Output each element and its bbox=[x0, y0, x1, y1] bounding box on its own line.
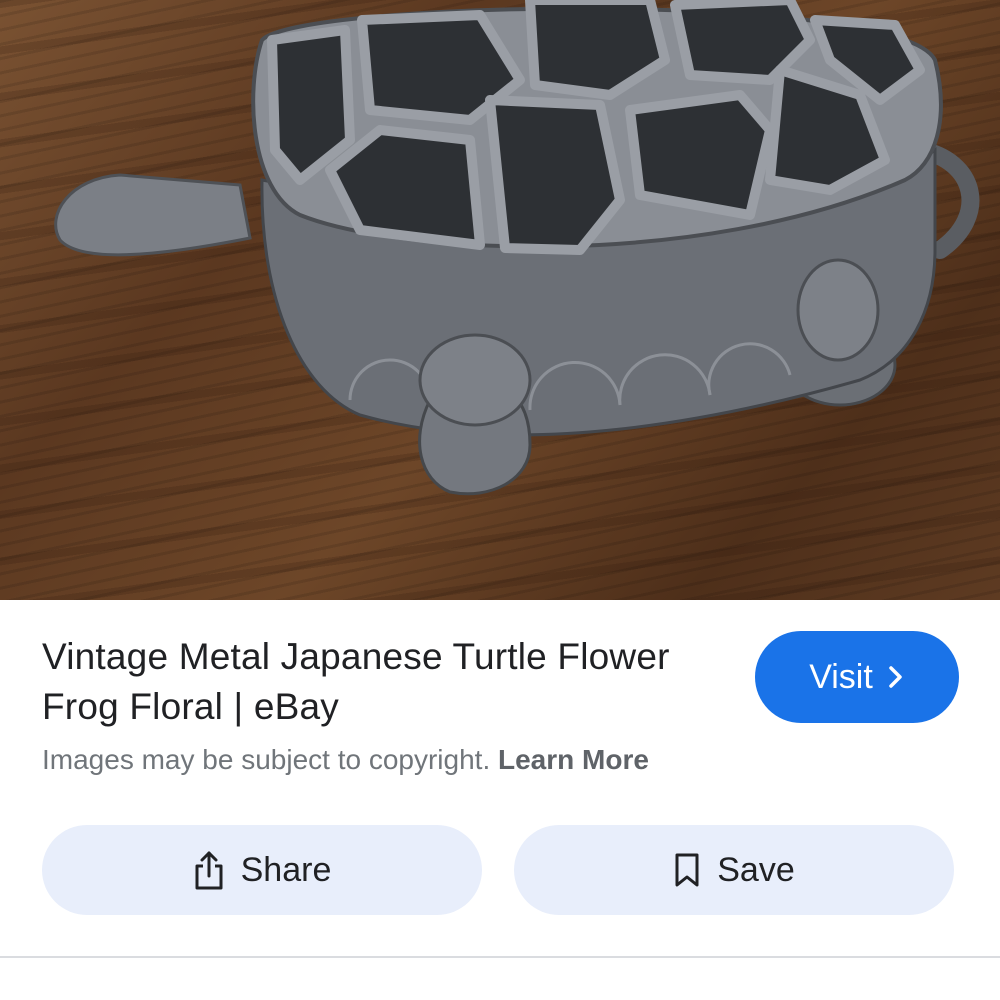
share-label: Share bbox=[240, 850, 332, 889]
product-image[interactable] bbox=[0, 0, 1000, 600]
chevron-right-icon bbox=[887, 664, 905, 690]
visit-button[interactable]: Visit bbox=[755, 631, 959, 723]
save-label: Save bbox=[717, 850, 795, 889]
copyright-notice: Images may be subject to copyright. Lear… bbox=[42, 744, 649, 776]
copyright-text: Images may be subject to copyright. bbox=[42, 744, 491, 775]
bookmark-icon bbox=[673, 852, 701, 888]
section-divider bbox=[0, 956, 1000, 958]
image-viewer-page: Vintage Metal Japanese Turtle Flower Fro… bbox=[0, 0, 1000, 1000]
share-icon bbox=[193, 850, 225, 890]
turtle-flower-frog-illustration bbox=[54, 0, 980, 496]
visit-label: Visit bbox=[809, 657, 873, 696]
share-button[interactable]: Share bbox=[42, 825, 482, 915]
learn-more-link[interactable]: Learn More bbox=[498, 744, 649, 775]
save-button[interactable]: Save bbox=[514, 825, 954, 915]
result-title[interactable]: Vintage Metal Japanese Turtle Flower Fro… bbox=[42, 632, 702, 732]
